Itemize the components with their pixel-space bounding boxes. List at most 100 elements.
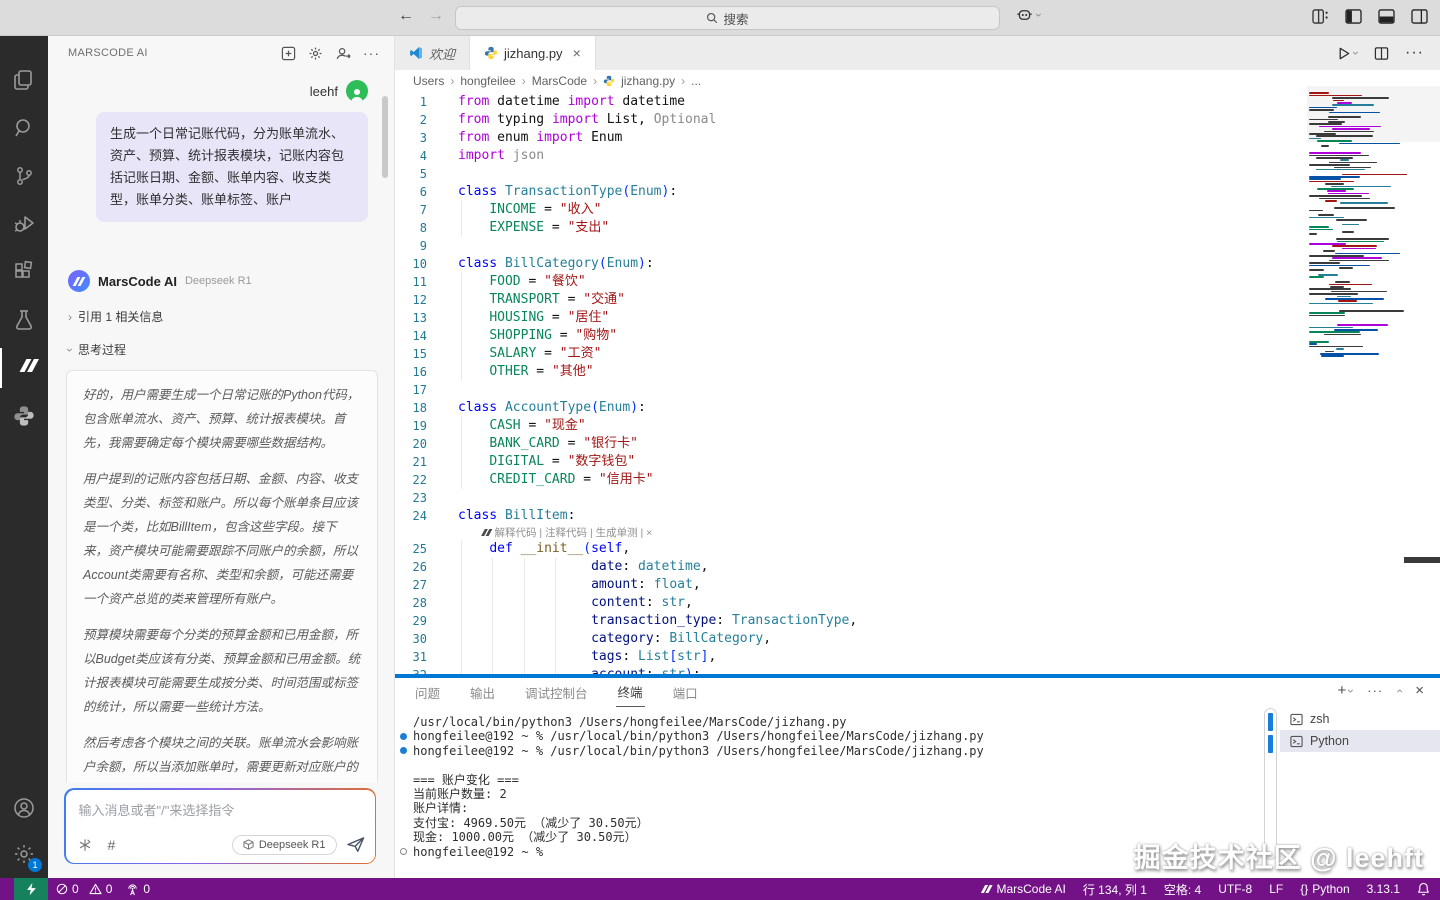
cursor-position[interactable]: 行 134, 列 1 [1083,881,1147,898]
user-avatar [346,80,368,102]
chat-input-box: 输入消息或者"/"来选择指令 # Deepseek R1 [64,788,376,864]
python-version[interactable]: 3.13.1 [1367,882,1400,896]
thinking-toggle[interactable]: › 思考过程 [68,341,394,358]
terminal-output[interactable]: /usr/local/bin/python3 /Users/hongfeilee… [395,710,1262,878]
command-center-search[interactable]: 搜索 [455,6,1000,30]
tab-welcome[interactable]: 欢迎 [395,36,470,70]
context-hash-icon[interactable]: # [108,837,116,853]
panel-tab-1[interactable]: 输出 [468,678,497,707]
tab-close-icon[interactable]: × [573,45,581,61]
terminal-line: /usr/local/bin/python3 /Users/hongfeilee… [395,715,1262,729]
codelens-actions[interactable]: 解释代码 | 注释代码 | 生成单测 | × [395,525,1440,540]
breadcrumb-item[interactable]: Users [413,74,444,88]
nav-forward-icon[interactable]: → [428,7,444,25]
remote-lightning-icon [25,882,38,896]
model-selector[interactable]: Deepseek R1 [232,835,337,855]
ports-status[interactable]: 0 [126,882,150,896]
code-line: 18class AccountType(Enum): [395,399,1440,417]
search-view-icon[interactable] [0,108,48,148]
settings-icon[interactable] [308,46,323,61]
marscode-status-label: MarsCode AI [996,882,1065,896]
source-control-icon[interactable] [0,156,48,196]
language-label: Python [1312,882,1349,896]
toggle-primary-sidebar-icon[interactable] [1345,9,1362,24]
assistant-model: Deepseek R1 [185,275,252,287]
explorer-icon[interactable] [0,60,48,100]
marscode-ai-icon[interactable] [0,348,48,388]
code-line: 8 EXPENSE = "支出" [395,219,1440,237]
settings-gear-icon[interactable]: 1 [0,834,48,874]
reference-label: 引用 1 相关信息 [78,308,163,325]
code-line: 5 [395,165,1440,183]
toggle-secondary-sidebar-icon[interactable] [1411,9,1428,24]
breadcrumb-item[interactable]: MarsCode [532,74,587,88]
user-message-bubble: 生成一个日常记账代码，分为账单流水、资产、预算、统计报表模块，记账内容包括记账日… [96,112,368,222]
chat-scroll-area[interactable]: leehf 生成一个日常记账代码，分为账单流水、资产、预算、统计报表模块，记账内… [48,70,394,782]
marscode-status[interactable]: MarsCode AI [983,882,1066,896]
new-chat-icon[interactable] [281,46,296,61]
notifications-bell-icon[interactable] [1417,882,1430,896]
split-editor-icon[interactable] [1374,46,1389,61]
toggle-panel-icon[interactable] [1378,9,1395,24]
close-panel-icon[interactable]: × [1415,682,1424,699]
minimap[interactable] [1307,90,1425,362]
run-python-button[interactable]: › [1336,46,1358,61]
eol[interactable]: LF [1269,882,1283,896]
search-icon [706,12,718,24]
chat-input[interactable]: 输入消息或者"/"来选择指令 [79,800,235,819]
panel-tab-4[interactable]: 端口 [671,678,700,707]
terminal-line: 账户详情: [395,801,1262,815]
testing-icon[interactable] [0,300,48,340]
tab-jizhang-py[interactable]: jizhang.py × [470,36,596,70]
editor-more-icon[interactable]: ··· [1405,44,1424,62]
code-line: 15 SALARY = "工资" [395,345,1440,363]
code-line: 21 DIGITAL = "数字钱包" [395,453,1440,471]
accounts-icon[interactable] [0,788,48,828]
code-line: 2from typing import List, Optional [395,111,1440,129]
code-area[interactable]: 1from datetime import datetime2from typi… [395,92,1440,674]
reference-toggle[interactable]: › 引用 1 相关信息 [68,308,394,325]
panel-tab-3[interactable]: 终端 [616,678,645,707]
warning-icon [89,883,102,895]
assistant-name: MarsCode AI [98,274,177,289]
code-line: 25 def __init__(self, [395,540,1440,558]
agent-profile-icon[interactable] [335,46,351,61]
new-terminal-button[interactable]: +› [1337,682,1353,699]
terminal-instance-zsh[interactable]: zsh [1280,708,1440,730]
breadcrumb-item[interactable]: jizhang.py [621,74,675,88]
commands-icon[interactable] [78,838,92,852]
extensions-icon[interactable] [0,252,48,292]
breadcrumb[interactable]: Users› hongfeilee› MarsCode› jizhang.py›… [395,70,1440,92]
sidebar-scrollbar[interactable] [382,96,388,178]
breadcrumb-item[interactable]: ... [691,74,701,88]
panel-tab-0[interactable]: 问题 [413,678,442,707]
code-line: 19 CASH = "现金" [395,417,1440,435]
problems-status[interactable]: 0 0 [56,882,112,896]
breadcrumb-item[interactable]: hongfeilee [460,74,515,88]
nav-back-icon[interactable]: ← [398,7,414,25]
watermark: 掘金技术社区 @ leehft [1134,836,1424,875]
code-line: 7 INCOME = "收入" [395,201,1440,219]
search-placeholder: 搜索 [723,9,748,28]
panel-tab-2[interactable]: 调试控制台 [523,678,590,707]
python-view-icon[interactable] [0,396,48,436]
more-actions-icon[interactable]: ··· [363,45,380,61]
send-icon[interactable] [347,837,365,853]
code-line: 31 tags: List[str], [395,648,1440,666]
marscode-sidebar: MARSCODE AI ··· leehf 生成一个日常记账代码，分为账单流水、… [48,36,395,878]
copilot-menu[interactable]: › [1016,8,1041,22]
language-mode[interactable]: {}Python [1300,882,1349,896]
maximize-panel-icon[interactable]: › [1393,689,1405,693]
indentation[interactable]: 空格: 4 [1164,881,1201,898]
terminal-instance-python[interactable]: Python [1280,730,1440,752]
terminal-line: hongfeilee@192 ~ % /usr/local/bin/python… [395,744,1262,758]
terminal-line [395,758,1262,772]
remote-indicator[interactable] [14,878,48,900]
editor-group: 欢迎 jizhang.py × › ··· Users› hongfeilee›… [395,36,1440,674]
run-debug-icon[interactable] [0,204,48,244]
tab-bar: 欢迎 jizhang.py × › ··· [395,36,1440,70]
code-line: 11 FOOD = "餐饮" [395,273,1440,291]
panel-more-icon[interactable]: ··· [1367,683,1383,698]
encoding[interactable]: UTF-8 [1218,882,1252,896]
customize-layout-icon[interactable] [1312,9,1329,24]
